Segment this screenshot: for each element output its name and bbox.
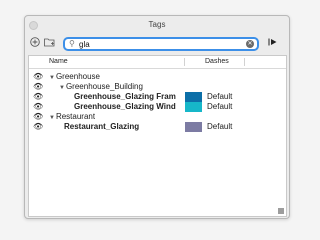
visibility-eye-icon[interactable]: 👁 [33, 102, 43, 112]
title-bar: Tags [25, 16, 289, 33]
visibility-eye-icon[interactable]: 👁 [33, 92, 43, 102]
add-circle-icon [30, 37, 40, 47]
close-window-button[interactable] [29, 21, 38, 30]
resize-handle-icon[interactable] [278, 208, 284, 214]
column-separator[interactable] [244, 58, 245, 66]
table-row[interactable]: 👁 ▼Greenhouse [29, 72, 286, 82]
tags-table: Name Dashes 👁 ▼Greenhouse 👁 ▼Greenhouse_… [28, 55, 287, 217]
row-label: Greenhouse_Glazing Wind [74, 102, 176, 111]
table-row[interactable]: 👁 Greenhouse_Glazing Fram Default [29, 92, 286, 102]
search-input[interactable] [79, 39, 229, 49]
add-tag-button[interactable] [30, 37, 40, 51]
search-field[interactable]: ⚲ ✕ [63, 37, 259, 51]
visibility-eye-icon[interactable]: 👁 [33, 82, 43, 92]
row-label: Restaurant_Glazing [64, 122, 140, 131]
row-label: Restaurant [55, 112, 96, 121]
disclosure-triangle-icon[interactable]: ▼ [49, 115, 55, 121]
table-row[interactable]: 👁 Restaurant_Glazing Default [29, 122, 286, 132]
new-folder-icon [44, 38, 55, 47]
window-title: Tags [148, 20, 166, 29]
color-swatch[interactable] [185, 92, 202, 102]
row-label: Greenhouse_Glazing Fram [74, 92, 176, 101]
visibility-eye-icon[interactable]: 👁 [33, 72, 43, 82]
disclosure-triangle-icon[interactable]: ▼ [59, 85, 65, 91]
toolbar: ⚲ ✕ [25, 33, 289, 55]
table-row[interactable]: 👁 Greenhouse_Glazing Wind Default [29, 102, 286, 112]
new-folder-button[interactable] [44, 37, 56, 51]
table-header: Name Dashes [29, 56, 286, 69]
disclosure-triangle-icon[interactable]: ▼ [49, 75, 55, 81]
table-row[interactable]: 👁 ▼Restaurant [29, 112, 286, 122]
tags-window: Tags ⚲ ✕ [24, 15, 290, 219]
dashes-value[interactable]: Default [207, 92, 232, 102]
dashes-value[interactable]: Default [207, 122, 232, 132]
export-button[interactable] [268, 37, 278, 51]
arrow-right-icon [268, 38, 277, 46]
search-icon: ⚲ [69, 39, 75, 48]
column-separator[interactable] [184, 58, 185, 66]
column-dashes[interactable]: Dashes [205, 56, 229, 68]
row-label: Greenhouse_Building [65, 82, 143, 91]
row-label: Greenhouse [55, 72, 100, 81]
dashes-value[interactable]: Default [207, 102, 232, 112]
clear-search-icon[interactable]: ✕ [246, 40, 254, 48]
color-swatch[interactable] [185, 102, 202, 112]
color-swatch[interactable] [185, 122, 202, 132]
visibility-eye-icon[interactable]: 👁 [33, 122, 43, 132]
column-name[interactable]: Name [49, 56, 68, 68]
table-row[interactable]: 👁 ▼Greenhouse_Building [29, 82, 286, 92]
visibility-eye-icon[interactable]: 👁 [33, 112, 43, 122]
